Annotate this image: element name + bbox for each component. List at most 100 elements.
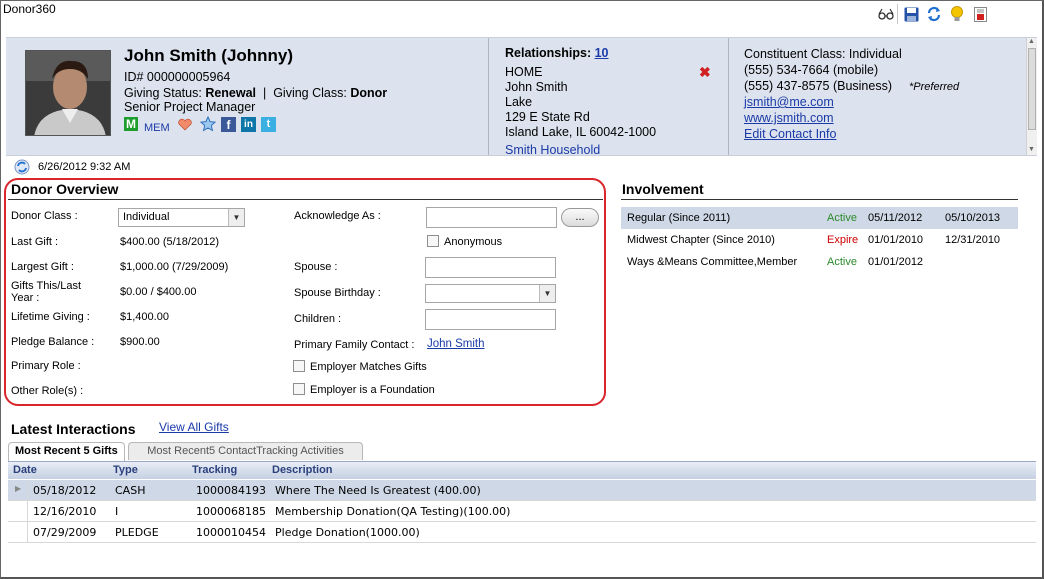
involvement-start: 05/11/2012	[868, 212, 923, 224]
anonymous-label: Anonymous	[444, 236, 503, 248]
tab-most-recent-gifts[interactable]: Most Recent 5 Gifts	[8, 442, 125, 461]
gift-date: 05/18/2012	[33, 484, 97, 497]
gifts-this-last-label-1: Gifts This/Last	[11, 280, 82, 292]
website-link[interactable]: www.jsmith.com	[744, 111, 834, 126]
gift-description: Pledge Donation(1000.00)	[275, 526, 420, 539]
linkedin-icon[interactable]: in	[241, 117, 256, 132]
address-type: HOME	[505, 65, 543, 79]
heart-icon[interactable]	[178, 118, 192, 134]
constituent-id: ID# 000000005964	[124, 70, 231, 84]
glasses-icon[interactable]	[878, 6, 894, 22]
header-scrollbar[interactable]: ▲ ▼	[1026, 38, 1037, 155]
column-header-tracking[interactable]: Tracking	[192, 464, 237, 476]
acknowledge-as-input[interactable]	[426, 207, 557, 228]
involvement-status: Active	[827, 256, 857, 268]
primary-role-label: Primary Role :	[11, 360, 81, 372]
chevron-down-icon[interactable]: ▼	[228, 209, 244, 226]
column-header-description[interactable]: Description	[272, 464, 333, 476]
involvement-name: Midwest Chapter (Since 2010)	[627, 234, 775, 246]
refresh-data-icon[interactable]	[14, 159, 30, 178]
relationships-line: Relationships: 10	[505, 46, 609, 61]
gift-type: PLEDGE	[115, 526, 159, 539]
giving-status-value: Renewal	[205, 86, 257, 100]
refresh-icon[interactable]	[926, 6, 942, 22]
row-selector[interactable]: ▶	[8, 480, 28, 501]
column-header-date[interactable]: Date	[13, 464, 37, 476]
children-label: Children :	[294, 313, 342, 325]
membership-code[interactable]: MEM	[144, 122, 170, 134]
gift-date: 07/29/2009	[33, 526, 97, 539]
donor-overview-title: Donor Overview	[11, 181, 119, 197]
table-row[interactable]: 12/16/2010 I 1000068185 Membership Donat…	[8, 501, 1036, 522]
acknowledge-lookup-button[interactable]: ...	[561, 208, 599, 227]
tab-contact-tracking[interactable]: Most Recent5 ContactTracking Activities	[128, 442, 363, 460]
save-icon[interactable]	[903, 6, 919, 22]
donor-class-value: Individual	[123, 211, 170, 223]
lifetime-giving-value: $1,400.00	[120, 311, 169, 323]
row-selector[interactable]	[8, 501, 28, 522]
involvement-start: 01/01/2010	[868, 234, 924, 246]
gift-tracking: 1000068185	[196, 505, 266, 518]
scroll-down-icon[interactable]: ▼	[1028, 146, 1035, 153]
employer-foundation-label: Employer is a Foundation	[310, 384, 435, 396]
spouse-input[interactable]	[425, 257, 556, 278]
membership-badge-icon: M	[124, 117, 138, 131]
gift-description: Membership Donation(QA Testing)(100.00)	[275, 505, 511, 518]
address-line2: Lake	[505, 95, 533, 109]
involvement-name: Ways &Means Committee,Member	[627, 256, 798, 268]
household-link[interactable]: Smith Household	[505, 143, 600, 155]
gift-tracking: 1000084193	[196, 484, 266, 497]
involvement-rule	[621, 199, 1018, 200]
spouse-label: Spouse :	[294, 261, 338, 273]
gift-type: I	[115, 505, 119, 518]
anonymous-checkbox[interactable]	[427, 235, 439, 247]
table-row[interactable]: ▶ 05/18/2012 CASH 1000084193 Where The N…	[8, 480, 1036, 501]
phone-business: (555) 437-8575 (Business)	[744, 79, 892, 93]
largest-gift-value: $1,000.00 (7/29/2009)	[120, 261, 229, 273]
relationships-count-link[interactable]: 10	[595, 46, 609, 60]
scroll-thumb[interactable]	[1028, 48, 1036, 130]
gift-type: CASH	[115, 484, 146, 497]
gifts-this-last-label: Gifts This/Last Year :	[11, 280, 81, 304]
gift-description: Where The Need Is Greatest (400.00)	[275, 484, 481, 497]
remove-address-icon[interactable]: ✖	[699, 64, 711, 81]
job-title: Senior Project Manager	[124, 100, 256, 114]
last-gift-value: $400.00 (5/18/2012)	[120, 236, 220, 248]
involvement-end: 12/31/2010	[945, 234, 1001, 246]
star-icon[interactable]	[199, 115, 217, 135]
involvement-title: Involvement	[622, 181, 704, 197]
facebook-icon[interactable]: f	[221, 117, 236, 132]
gifts-this-last-value: $0.00 / $400.00	[120, 286, 197, 298]
edit-contact-link[interactable]: Edit Contact Info	[744, 127, 836, 142]
table-row[interactable]: 07/29/2009 PLEDGE 1000010454 Pledge Dona…	[8, 522, 1036, 543]
involvement-status: Expire	[827, 234, 859, 246]
twitter-icon[interactable]: t	[261, 117, 276, 132]
children-input[interactable]	[425, 309, 556, 330]
primary-family-link[interactable]: John Smith	[427, 338, 485, 350]
header-divider-2	[728, 38, 729, 155]
giving-class-value: Donor	[350, 86, 388, 100]
column-header-type[interactable]: Type	[113, 464, 138, 476]
report-icon[interactable]	[972, 6, 988, 22]
lifetime-giving-label: Lifetime Giving :	[11, 311, 90, 323]
relationships-label: Relationships:	[505, 46, 592, 60]
scroll-up-icon[interactable]: ▲	[1028, 38, 1035, 45]
lightbulb-icon[interactable]	[949, 6, 965, 22]
email-link[interactable]: jsmith@me.com	[744, 95, 834, 110]
constituent-header: John Smith (Johnny) ID# 000000005964 Giv…	[6, 37, 1037, 156]
gift-tracking: 1000010454	[196, 526, 266, 539]
chevron-down-icon[interactable]: ▼	[539, 285, 555, 302]
employer-foundation-checkbox[interactable]	[293, 383, 305, 395]
employer-matches-checkbox[interactable]	[293, 360, 305, 372]
row-selector[interactable]	[8, 522, 28, 543]
spouse-birthday-picker[interactable]: ▼	[425, 284, 556, 303]
preferred-note: *Preferred	[909, 81, 960, 93]
latest-interactions-title: Latest Interactions	[11, 421, 136, 437]
constituent-photo	[25, 50, 111, 136]
header-divider	[488, 38, 489, 155]
spouse-birthday-label: Spouse Birthday :	[294, 287, 381, 299]
donor-class-select[interactable]: Individual ▼	[118, 208, 245, 227]
involvement-start: 01/01/2012	[868, 256, 924, 268]
phone-mobile: (555) 534-7664 (mobile)	[744, 63, 879, 77]
view-all-gifts-link[interactable]: View All Gifts	[159, 420, 229, 434]
